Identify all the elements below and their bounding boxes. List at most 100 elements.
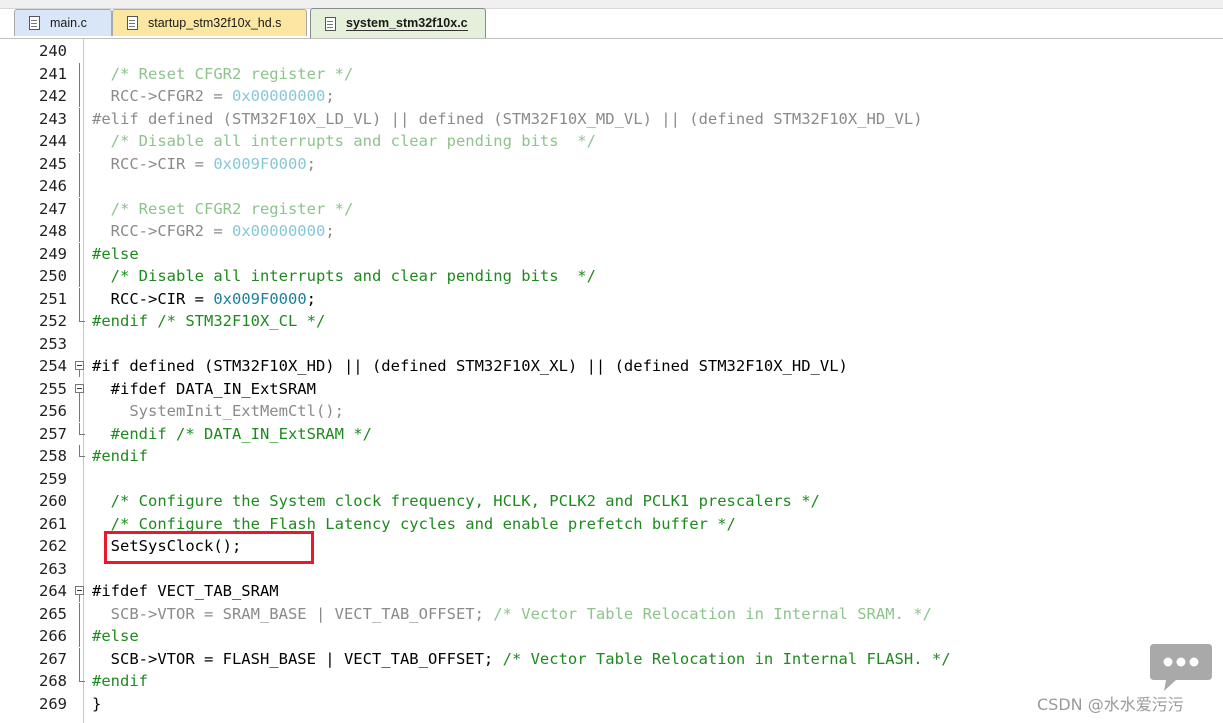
- code-line[interactable]: 266 #else: [0, 625, 1223, 647]
- line-number: 256: [39, 402, 67, 420]
- code-token: /* Disable all interrupts and clear pend…: [92, 267, 596, 285]
- code-line[interactable]: 255 #ifdef DATA_IN_ExtSRAM: [0, 378, 1223, 400]
- code-token: 0x00000000: [231, 222, 326, 240]
- code-line[interactable]: 248 RCC->CFGR2 = 0x00000000;: [0, 220, 1223, 242]
- code-token: /* Configure the System clock frequency,…: [92, 492, 820, 510]
- fold-minus-icon[interactable]: [74, 378, 86, 400]
- editor-tab-bar: main.c startup_stm32f10x_hd.s system_stm…: [0, 0, 1223, 39]
- line-number: 259: [39, 469, 67, 488]
- code-line[interactable]: 245 RCC->CIR = 0x009F0000;: [0, 152, 1223, 175]
- tab-bar-strip: [0, 0, 1223, 9]
- code-text: #ifdef VECT_TAB_SRAM: [92, 580, 279, 602]
- code-line[interactable]: 241 /* Reset CFGR2 register */: [0, 62, 1223, 85]
- code-text: RCC->CIR = 0x009F0000;: [92, 288, 316, 310]
- code-token: #endif: [92, 672, 148, 690]
- fold-guide: [74, 602, 86, 625]
- code-text: /* Disable all interrupts and clear pend…: [92, 265, 596, 287]
- fold-guide: [74, 400, 86, 422]
- code-token: #else: [92, 627, 139, 645]
- code-token: #ifdef VECT_TAB_SRAM: [92, 582, 279, 600]
- code-token: SystemInit_ExtMemCtl();: [92, 402, 344, 420]
- code-line[interactable]: 257 #endif /* DATA_IN_ExtSRAM */: [0, 422, 1223, 445]
- fold-guide: [74, 197, 86, 220]
- code-line[interactable]: 252 #endif /* STM32F10X_CL */: [0, 310, 1223, 332]
- code-text: #else: [92, 625, 139, 647]
- code-text: /* Configure the System clock frequency,…: [92, 490, 820, 512]
- code-line[interactable]: 259: [0, 468, 1223, 490]
- code-line[interactable]: 242 RCC->CFGR2 = 0x00000000;: [0, 85, 1223, 107]
- code-token: RCC->CFGR2 =: [92, 222, 232, 240]
- code-line[interactable]: 244 /* Disable all interrupts and clear …: [0, 130, 1223, 152]
- code-token: ;: [325, 87, 335, 105]
- code-line[interactable]: 265 SCB->VTOR = SRAM_BASE | VECT_TAB_OFF…: [0, 602, 1223, 625]
- fold-end-marker: [74, 670, 86, 692]
- code-text: }: [92, 693, 101, 715]
- code-token: /* Configure the Flash Latency cycles an…: [92, 514, 736, 533]
- code-token: #else: [92, 244, 139, 263]
- code-line[interactable]: 250 /* Disable all interrupts and clear …: [0, 265, 1223, 287]
- line-number: 241: [39, 64, 67, 83]
- line-number: 264: [39, 582, 67, 600]
- fold-guide: [74, 647, 86, 670]
- code-token: #if defined (STM32F10X_HD) || (defined S…: [92, 357, 848, 375]
- code-line[interactable]: 251 RCC->CIR = 0x009F0000;: [0, 287, 1223, 310]
- code-line[interactable]: 254 #if defined (STM32F10X_HD) || (define…: [0, 355, 1223, 377]
- file-icon: [29, 16, 40, 30]
- code-token: ;: [306, 154, 316, 173]
- code-token: /* Vector Table Relocation in Internal S…: [493, 604, 932, 623]
- code-line[interactable]: 260 /* Configure the System clock freque…: [0, 490, 1223, 512]
- fold-guide: [74, 85, 86, 107]
- code-line[interactable]: 264 #ifdef VECT_TAB_SRAM: [0, 580, 1223, 602]
- code-token: ;: [306, 289, 316, 308]
- fold-end-marker: [74, 422, 86, 445]
- code-token: #endif /* DATA_IN_ExtSRAM */: [92, 424, 372, 443]
- line-number: 253: [39, 334, 67, 353]
- line-number: 249: [39, 244, 67, 263]
- code-text: #if defined (STM32F10X_HD) || (defined S…: [92, 355, 848, 377]
- file-icon: [127, 16, 138, 30]
- line-number: 262: [39, 537, 67, 555]
- code-line[interactable]: 258 #endif: [0, 445, 1223, 467]
- code-text: #endif /* STM32F10X_CL */: [92, 310, 325, 332]
- code-line[interactable]: 267 SCB->VTOR = FLASH_BASE | VECT_TAB_OF…: [0, 647, 1223, 670]
- code-line[interactable]: 249 #else: [0, 242, 1223, 265]
- fold-guide: [74, 62, 86, 85]
- code-line[interactable]: 240: [0, 40, 1223, 62]
- line-number: 245: [39, 154, 67, 173]
- code-line[interactable]: 243 #elif defined (STM32F10X_LD_VL) || de…: [0, 107, 1223, 130]
- line-number: 269: [39, 694, 67, 713]
- fold-guide: [74, 287, 86, 310]
- line-number: 246: [39, 177, 67, 195]
- code-text: /* Reset CFGR2 register */: [92, 63, 354, 85]
- fold-minus-icon[interactable]: [74, 355, 86, 377]
- code-token: /* Disable all interrupts and clear pend…: [92, 132, 596, 150]
- fold-guide: [74, 242, 86, 265]
- code-line[interactable]: 268 #endif: [0, 670, 1223, 692]
- code-token: RCC->CIR =: [92, 154, 214, 173]
- tab-startup-s[interactable]: startup_stm32f10x_hd.s: [112, 9, 307, 36]
- fold-guide: [74, 625, 86, 647]
- tab-label: startup_stm32f10x_hd.s: [148, 16, 282, 30]
- highlight-box: [104, 531, 314, 564]
- code-text: #endif: [92, 445, 148, 467]
- code-token: /* Reset CFGR2 register */: [92, 64, 354, 83]
- tab-main-c[interactable]: main.c: [14, 9, 112, 36]
- code-token: 0x009F0000: [213, 154, 307, 173]
- code-token: SCB->VTOR = FLASH_BASE | VECT_TAB_OFFSET…: [92, 649, 503, 668]
- fold-end-marker: [74, 310, 86, 332]
- code-text: #ifdef DATA_IN_ExtSRAM: [92, 378, 316, 400]
- line-number: 251: [39, 289, 67, 308]
- code-token: #endif: [92, 447, 148, 465]
- code-line[interactable]: 246: [0, 175, 1223, 197]
- line-number: 247: [39, 199, 67, 218]
- line-number: 263: [39, 559, 67, 578]
- code-text: #endif /* DATA_IN_ExtSRAM */: [92, 423, 372, 445]
- fold-minus-icon[interactable]: [74, 580, 86, 602]
- tab-system-c[interactable]: system_stm32f10x.c: [310, 8, 486, 38]
- code-line[interactable]: 247 /* Reset CFGR2 register */: [0, 197, 1223, 220]
- code-text: RCC->CFGR2 = 0x00000000;: [92, 85, 335, 107]
- line-number: 252: [39, 312, 67, 330]
- code-line[interactable]: 253: [0, 333, 1223, 355]
- code-line[interactable]: 256 SystemInit_ExtMemCtl();: [0, 400, 1223, 422]
- code-text: #else: [92, 243, 139, 265]
